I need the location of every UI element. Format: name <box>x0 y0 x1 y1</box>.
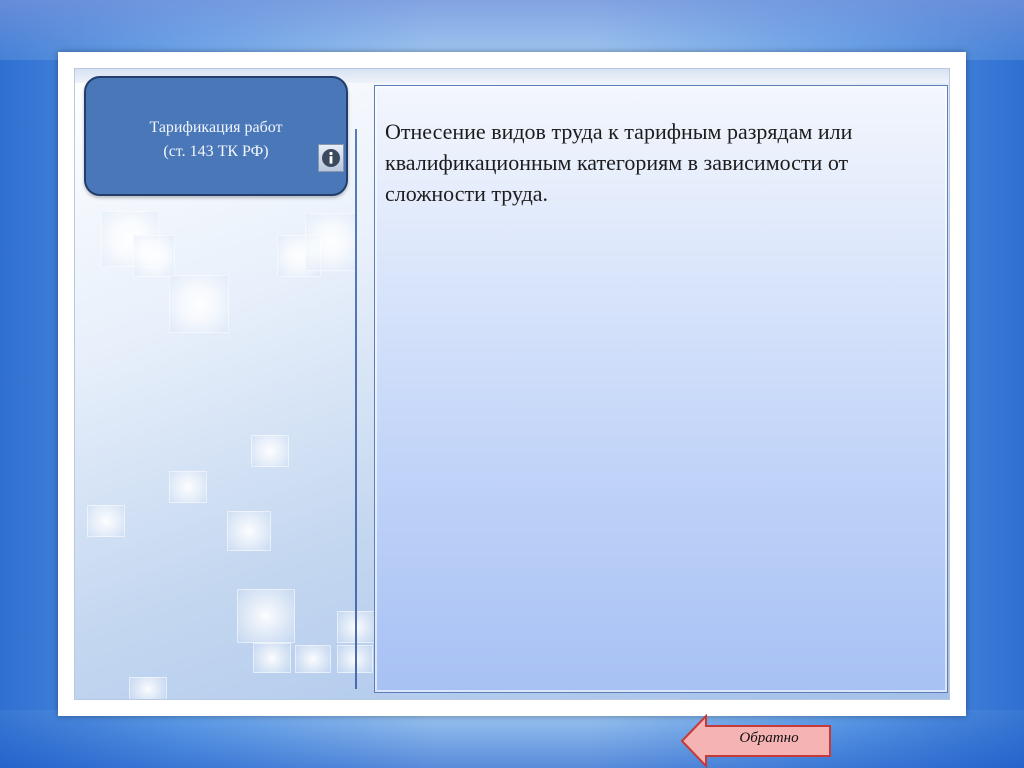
decor-square <box>87 505 125 537</box>
background-bottom <box>0 710 1024 768</box>
decor-square <box>169 471 207 503</box>
topic-title-box: Тарификация работ (ст. 143 ТК РФ) <box>84 76 348 196</box>
decor-square <box>227 511 271 551</box>
decor-square <box>305 213 357 271</box>
topic-title-line1: Тарификация работ <box>149 119 283 136</box>
decor-square <box>251 435 289 467</box>
content-panel: Отнесение видов труда к тарифным разряда… <box>374 85 948 693</box>
info-button[interactable] <box>318 144 344 172</box>
decor-square <box>169 275 229 333</box>
definition-text: Отнесение видов труда к тарифным разряда… <box>385 119 853 206</box>
back-button-label: Обратно <box>739 730 799 746</box>
decor-square <box>133 235 175 277</box>
background-top <box>0 0 1024 60</box>
decor-square <box>295 645 331 673</box>
topic-title-line2: (ст. 143 ТК РФ) <box>163 143 269 160</box>
back-button[interactable]: Обратно <box>680 714 832 768</box>
vertical-divider <box>355 129 357 689</box>
decor-square <box>253 643 291 673</box>
decor-square <box>237 589 295 643</box>
decor-square <box>129 677 167 699</box>
info-icon <box>322 149 340 167</box>
